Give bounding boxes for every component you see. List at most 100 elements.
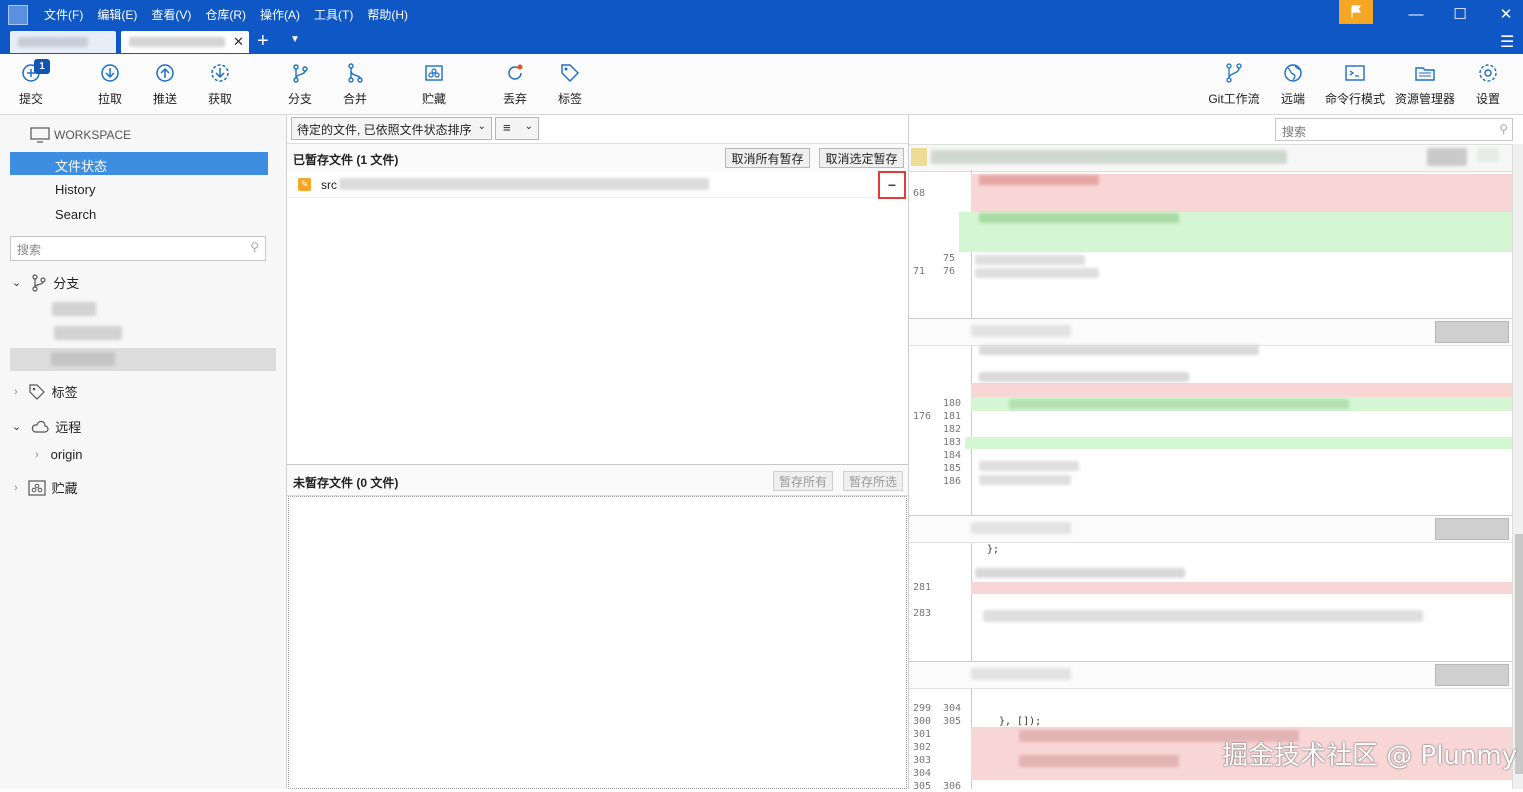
branch-icon bbox=[287, 60, 313, 86]
file-status-pane: 待定的文件, 已依照文件状态排序 ⌄ ≡ ⌄ 已暂存文件 (1 文件) 取消所有… bbox=[287, 115, 908, 789]
add-tab-icon[interactable]: + bbox=[257, 30, 269, 52]
discard-button[interactable]: 丢弃 bbox=[499, 60, 531, 110]
maximize-icon[interactable]: ☐ bbox=[1437, 0, 1483, 28]
terminal-icon bbox=[1342, 60, 1368, 86]
close-tab-icon[interactable]: ✕ bbox=[233, 34, 244, 50]
menu-bar: 文件(F) 编辑(E) 查看(V) 仓库(R) 操作(A) 工具(T) 帮助(H… bbox=[44, 0, 422, 28]
hunk-action-button[interactable] bbox=[1435, 664, 1509, 686]
menu-file[interactable]: 文件(F) bbox=[44, 6, 83, 23]
chevron-down-icon[interactable]: ▼ bbox=[290, 34, 300, 45]
sort-select[interactable]: 待定的文件, 已依照文件状态排序 ⌄ bbox=[291, 117, 492, 140]
git-flow-icon bbox=[1221, 60, 1247, 86]
stash-button[interactable]: 贮藏 bbox=[418, 60, 450, 110]
diff-file-header bbox=[909, 144, 1512, 172]
minimize-icon[interactable]: — bbox=[1393, 0, 1439, 28]
discard-icon bbox=[502, 60, 528, 86]
menu-edit[interactable]: 编辑(E) bbox=[97, 6, 137, 23]
gutter-divider bbox=[971, 170, 972, 789]
fetch-button[interactable]: 获取 bbox=[204, 60, 236, 110]
workspace-header: WORKSPACE bbox=[30, 127, 131, 143]
menu-actions[interactable]: 操作(A) bbox=[260, 6, 300, 23]
sidebar-item-history[interactable]: History bbox=[55, 182, 95, 197]
diff-pane: 搜索 ⚲ 68 75 76 71 180 181 182 183 184 185… bbox=[908, 115, 1523, 792]
hunk-header bbox=[909, 515, 1512, 543]
pull-button[interactable]: 拉取 bbox=[94, 60, 126, 110]
branch-button[interactable]: 分支 bbox=[284, 60, 316, 110]
branch-item[interactable] bbox=[54, 326, 122, 340]
hunk-action-button[interactable] bbox=[1435, 518, 1509, 540]
branch-item-current[interactable] bbox=[10, 348, 276, 371]
menu-repo[interactable]: 仓库(R) bbox=[205, 6, 246, 23]
sidebar-stashes-header[interactable]: › 贮藏 bbox=[14, 478, 78, 497]
tag-icon bbox=[29, 383, 45, 400]
sidebar-item-search[interactable]: Search bbox=[55, 207, 96, 222]
sidebar-search-input[interactable]: 搜索 ⚲ bbox=[10, 236, 266, 261]
remote-button[interactable]: 远端 bbox=[1277, 60, 1309, 110]
chevron-right-icon: › bbox=[14, 481, 18, 494]
gear-icon bbox=[1475, 60, 1501, 86]
pull-icon bbox=[97, 60, 123, 86]
commit-badge: 1 bbox=[34, 59, 50, 74]
cloud-icon bbox=[32, 420, 49, 433]
folder-icon bbox=[1412, 60, 1438, 86]
unstage-all-button[interactable]: 取消所有暂存 bbox=[725, 148, 810, 168]
flag-icon[interactable] bbox=[1339, 0, 1373, 24]
globe-icon bbox=[1280, 60, 1306, 86]
file-icon bbox=[911, 148, 927, 166]
diff-search-input[interactable]: 搜索 ⚲ bbox=[1275, 118, 1513, 141]
chevron-down-icon: ⌄ bbox=[12, 277, 22, 289]
stash-icon bbox=[28, 479, 46, 496]
unstaged-title: 未暂存文件 (0 文件) bbox=[293, 476, 399, 490]
close-icon[interactable]: ✕ bbox=[1483, 0, 1523, 28]
hunk-action-button[interactable] bbox=[1435, 321, 1509, 343]
merge-icon bbox=[342, 60, 368, 86]
stage-all-button[interactable]: 暂存所有 bbox=[773, 471, 833, 491]
staged-file-row[interactable]: ✎ src − bbox=[287, 171, 908, 199]
repo-tab[interactable] bbox=[10, 31, 116, 53]
monitor-icon bbox=[30, 127, 50, 143]
tag-icon bbox=[557, 60, 583, 86]
search-icon: ⚲ bbox=[250, 240, 259, 254]
diff-deleted-lines bbox=[971, 383, 1512, 397]
push-button[interactable]: 推送 bbox=[149, 60, 181, 110]
settings-button[interactable]: 设置 bbox=[1472, 60, 1504, 110]
chevron-down-icon: ⌄ bbox=[477, 121, 486, 132]
menu-help[interactable]: 帮助(H) bbox=[367, 6, 408, 23]
sidebar-item-file-status[interactable]: 文件状态 bbox=[10, 152, 268, 175]
sidebar-remotes-header[interactable]: ⌄ 远程 bbox=[12, 417, 81, 436]
menu-view[interactable]: 查看(V) bbox=[151, 6, 191, 23]
stash-icon bbox=[421, 60, 447, 86]
modified-icon: ✎ bbox=[298, 178, 311, 191]
unstaged-file-list[interactable] bbox=[288, 496, 907, 789]
commit-button[interactable]: 提交 1 bbox=[14, 59, 50, 110]
stage-selected-button[interactable]: 暂存所选 bbox=[843, 471, 903, 491]
chevron-down-icon: ⌄ bbox=[12, 421, 22, 433]
chevron-right-icon: › bbox=[14, 385, 18, 398]
sidebar-branches-header[interactable]: ⌄ 分支 bbox=[12, 273, 79, 292]
fetch-icon bbox=[207, 60, 233, 86]
chevron-right-icon: › bbox=[35, 448, 39, 461]
merge-button[interactable]: 合并 bbox=[339, 60, 371, 110]
remote-origin[interactable]: › origin bbox=[35, 447, 82, 462]
unstage-selected-button[interactable]: 取消选定暂存 bbox=[819, 148, 904, 168]
watermark: 掘金技术社区 @ Plunmy bbox=[1222, 741, 1518, 771]
search-icon: ⚲ bbox=[1499, 122, 1508, 136]
tag-button[interactable]: 标签 bbox=[554, 60, 586, 110]
explorer-button[interactable]: 资源管理器 bbox=[1394, 60, 1456, 110]
terminal-button[interactable]: 命令行模式 bbox=[1324, 60, 1386, 110]
staged-title: 已暂存文件 (1 文件) bbox=[293, 153, 399, 167]
repo-tab-active[interactable]: ✕ bbox=[121, 31, 249, 53]
app-icon bbox=[8, 5, 28, 25]
view-mode-select[interactable]: ≡ ⌄ bbox=[495, 117, 539, 140]
hamburger-icon[interactable]: ☰ bbox=[1500, 32, 1514, 52]
push-icon bbox=[152, 60, 178, 86]
list-icon: ≡ bbox=[503, 120, 511, 135]
git-flow-button[interactable]: Git工作流 bbox=[1206, 60, 1262, 110]
sidebar: WORKSPACE 文件状态 History Search 搜索 ⚲ ⌄ 分支 … bbox=[0, 115, 287, 789]
unstage-file-button[interactable]: − bbox=[878, 171, 906, 199]
branch-item[interactable] bbox=[52, 302, 96, 316]
diff-scrollbar[interactable] bbox=[1512, 144, 1523, 789]
sidebar-tags-header[interactable]: › 标签 bbox=[14, 382, 78, 401]
menu-tools[interactable]: 工具(T) bbox=[314, 6, 353, 23]
chevron-down-icon: ⌄ bbox=[524, 121, 533, 132]
